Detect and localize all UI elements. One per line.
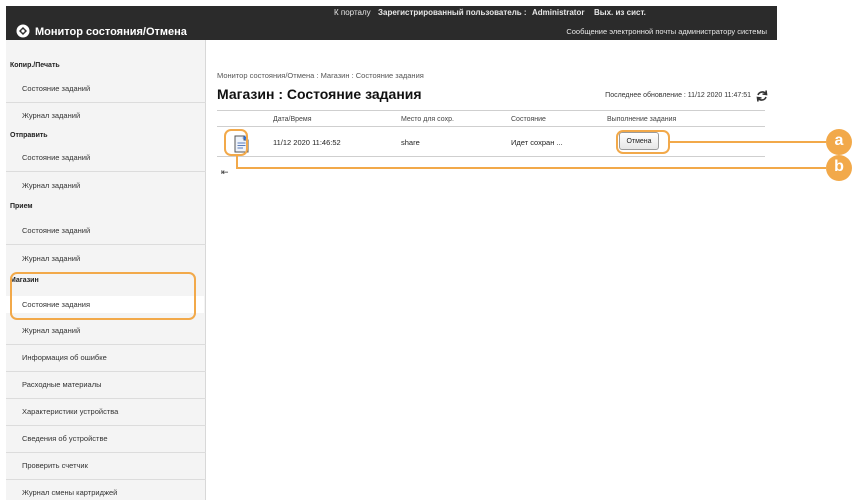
divider (217, 156, 765, 157)
divider (6, 344, 206, 345)
divider (6, 171, 206, 172)
app-title: Монитор состояния/Отмена (35, 26, 187, 38)
divider (217, 126, 765, 127)
job-status: Идет сохран ... (511, 138, 563, 147)
sidebar-item-check-counter[interactable]: Проверить счетчик (22, 461, 88, 470)
job-datetime: 11/12 2020 11:46:52 (273, 138, 341, 147)
divider (6, 244, 206, 245)
divider (217, 110, 765, 111)
sidebar-item-cartridge-log[interactable]: Журнал смены картриджей (22, 488, 117, 497)
sidebar-item-device-features[interactable]: Характеристики устройства (22, 407, 118, 416)
sidebar-store-highlight (10, 272, 196, 320)
sidebar-item-receive-job-status[interactable]: Состояние заданий (22, 226, 90, 235)
user-name: Administrator (532, 8, 585, 17)
callout-badge-b: b (826, 155, 852, 181)
sidebar-item-copy-job-log[interactable]: Журнал заданий (22, 111, 80, 120)
column-header-status: Состояние (511, 116, 546, 123)
sidebar-section-send: Отправить (10, 132, 48, 139)
divider (6, 398, 206, 399)
callout-line-a (670, 141, 826, 143)
callout-line-b (236, 167, 826, 169)
last-update-time: Последнее обновление : 11/12 2020 11:47:… (605, 92, 751, 99)
divider (6, 102, 206, 103)
sidebar-item-copy-job-status[interactable]: Состояние заданий (22, 84, 90, 93)
breadcrumb: Монитор состояния/Отмена : Магазин : Сос… (217, 71, 424, 80)
page-title: Магазин : Состояние задания (217, 86, 422, 102)
sidebar-item-consumables[interactable]: Расходные материалы (22, 380, 102, 389)
sidebar-item-error-info[interactable]: Информация об ошибке (22, 353, 107, 362)
divider (6, 425, 206, 426)
portal-link[interactable]: К порталу (334, 8, 371, 17)
divider (6, 452, 206, 453)
cancel-button-highlight (616, 130, 670, 154)
divider (6, 371, 206, 372)
top-bar: К порталу Зарегистрированный пользовател… (6, 6, 777, 40)
column-header-datetime: Дата/Время (273, 116, 312, 123)
job-icon-highlight (224, 129, 248, 156)
callout-badge-a: a (826, 129, 852, 155)
sidebar-item-send-job-log[interactable]: Журнал заданий (22, 181, 80, 190)
admin-email-link[interactable]: Сообщение электронной почты администрато… (566, 27, 767, 36)
sidebar-item-device-info[interactable]: Сведения об устройстве (22, 434, 108, 443)
sidebar: Копир./Печать Состояние заданий Журнал з… (6, 40, 206, 500)
logout-link[interactable]: Вых. из сист. (594, 8, 646, 17)
divider (6, 479, 206, 480)
sidebar-item-send-job-status[interactable]: Состояние заданий (22, 153, 90, 162)
refresh-icon[interactable] (755, 89, 769, 103)
sidebar-section-copy-print: Копир./Печать (10, 62, 60, 69)
sidebar-item-store-job-log[interactable]: Журнал заданий (22, 326, 80, 335)
column-header-job-action: Выполнение задания (607, 116, 677, 123)
sidebar-section-receive: Прием (10, 203, 33, 210)
main-panel: Монитор состояния/Отмена : Магазин : Сос… (207, 40, 777, 500)
job-location: share (401, 138, 420, 147)
monitor-logo-icon (16, 24, 30, 38)
registered-user-label: Зарегистрированный пользователь : (378, 8, 527, 17)
column-header-location: Место для сохр. (401, 116, 454, 123)
screen: К порталу Зарегистрированный пользовател… (0, 0, 868, 500)
sidebar-item-receive-job-log[interactable]: Журнал заданий (22, 254, 80, 263)
page-first-icon[interactable]: ⇤ (221, 167, 229, 178)
